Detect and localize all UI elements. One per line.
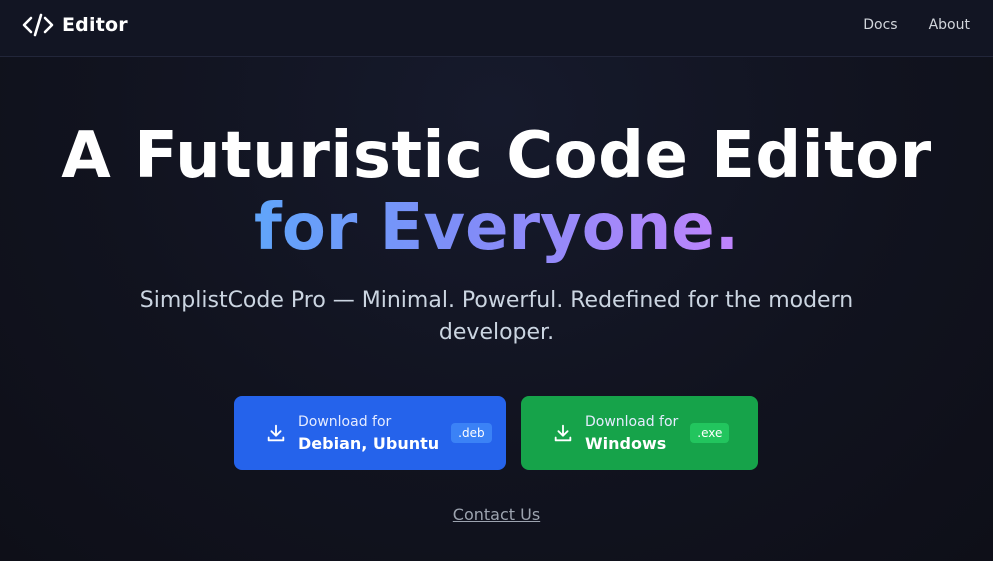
nav-links: Docs About bbox=[863, 17, 970, 33]
hero-subtitle: SimplistCode Pro — Minimal. Powerful. Re… bbox=[139, 288, 854, 345]
download-icon bbox=[267, 424, 285, 442]
nav-link-about[interactable]: About bbox=[929, 17, 970, 33]
contact-us-link[interactable]: Contact Us bbox=[453, 505, 540, 524]
download-exe-button[interactable]: Download for Windows .exe bbox=[521, 396, 758, 470]
download-exe-label-platform: Windows bbox=[585, 434, 667, 453]
code-brackets-icon bbox=[22, 12, 54, 38]
hero-title-gradient-text: for Everyone. bbox=[253, 191, 740, 265]
download-exe-label-prefix: Download for bbox=[585, 414, 679, 430]
navbar: Editor Docs About bbox=[0, 0, 993, 57]
hero-title: A Futuristic Code Editor bbox=[61, 119, 932, 193]
contact-section: Contact Us bbox=[0, 505, 993, 524]
download-icon bbox=[554, 424, 572, 442]
download-deb-label-prefix: Download for bbox=[298, 414, 392, 430]
download-deb-label-platform: Debian, Ubuntu bbox=[298, 434, 440, 453]
brand-name: Editor bbox=[62, 14, 128, 36]
hero-title-highlight: for Everyone. bbox=[0, 192, 993, 264]
exe-badge: .exe bbox=[690, 423, 730, 443]
brand-logo[interactable]: Editor bbox=[22, 12, 128, 38]
deb-badge: .deb bbox=[451, 423, 492, 443]
nav-link-docs[interactable]: Docs bbox=[863, 17, 897, 33]
download-deb-button[interactable]: Download for Debian, Ubuntu .deb bbox=[234, 396, 506, 470]
